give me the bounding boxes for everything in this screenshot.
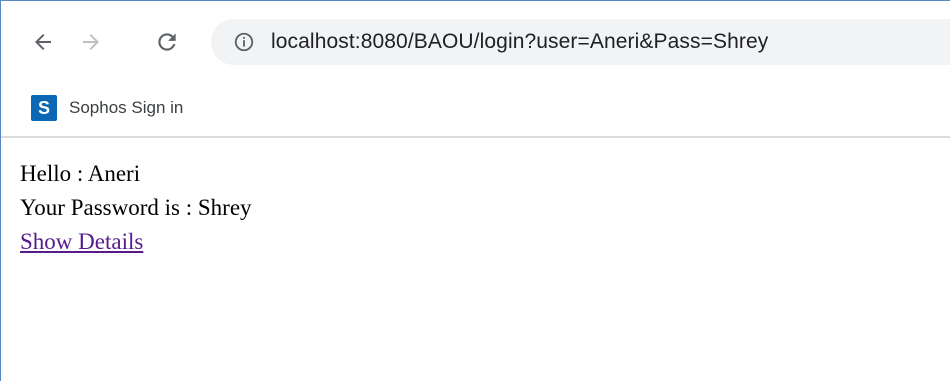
show-details-link[interactable]: Show Details [20, 229, 143, 254]
bookmark-sophos-sign-in[interactable]: S Sophos Sign in [31, 93, 183, 123]
info-icon[interactable] [231, 29, 257, 55]
address-bar[interactable]: localhost:8080/BAOU/login?user=Aneri&Pas… [211, 19, 950, 65]
back-button[interactable] [25, 24, 61, 60]
reload-button[interactable] [149, 24, 185, 60]
forward-button[interactable] [73, 24, 109, 60]
sophos-icon: S [31, 95, 57, 121]
browser-window: localhost:8080/BAOU/login?user=Aneri&Pas… [0, 0, 950, 381]
bookmarks-bar: S Sophos Sign in [1, 81, 950, 135]
browser-toolbar: localhost:8080/BAOU/login?user=Aneri&Pas… [1, 1, 950, 81]
url-text[interactable]: localhost:8080/BAOU/login?user=Aneri&Pas… [271, 30, 768, 54]
password-text: Your Password is : Shrey [20, 195, 252, 220]
arrow-left-icon [35, 34, 51, 50]
page-content: Hello : Aneri Your Password is : Shrey S… [20, 157, 252, 259]
reload-icon [158, 33, 176, 51]
arrow-right-icon [83, 34, 99, 50]
toolbar-divider [1, 136, 950, 138]
greeting-text: Hello : Aneri [20, 161, 141, 186]
bookmark-label: Sophos Sign in [69, 98, 184, 117]
